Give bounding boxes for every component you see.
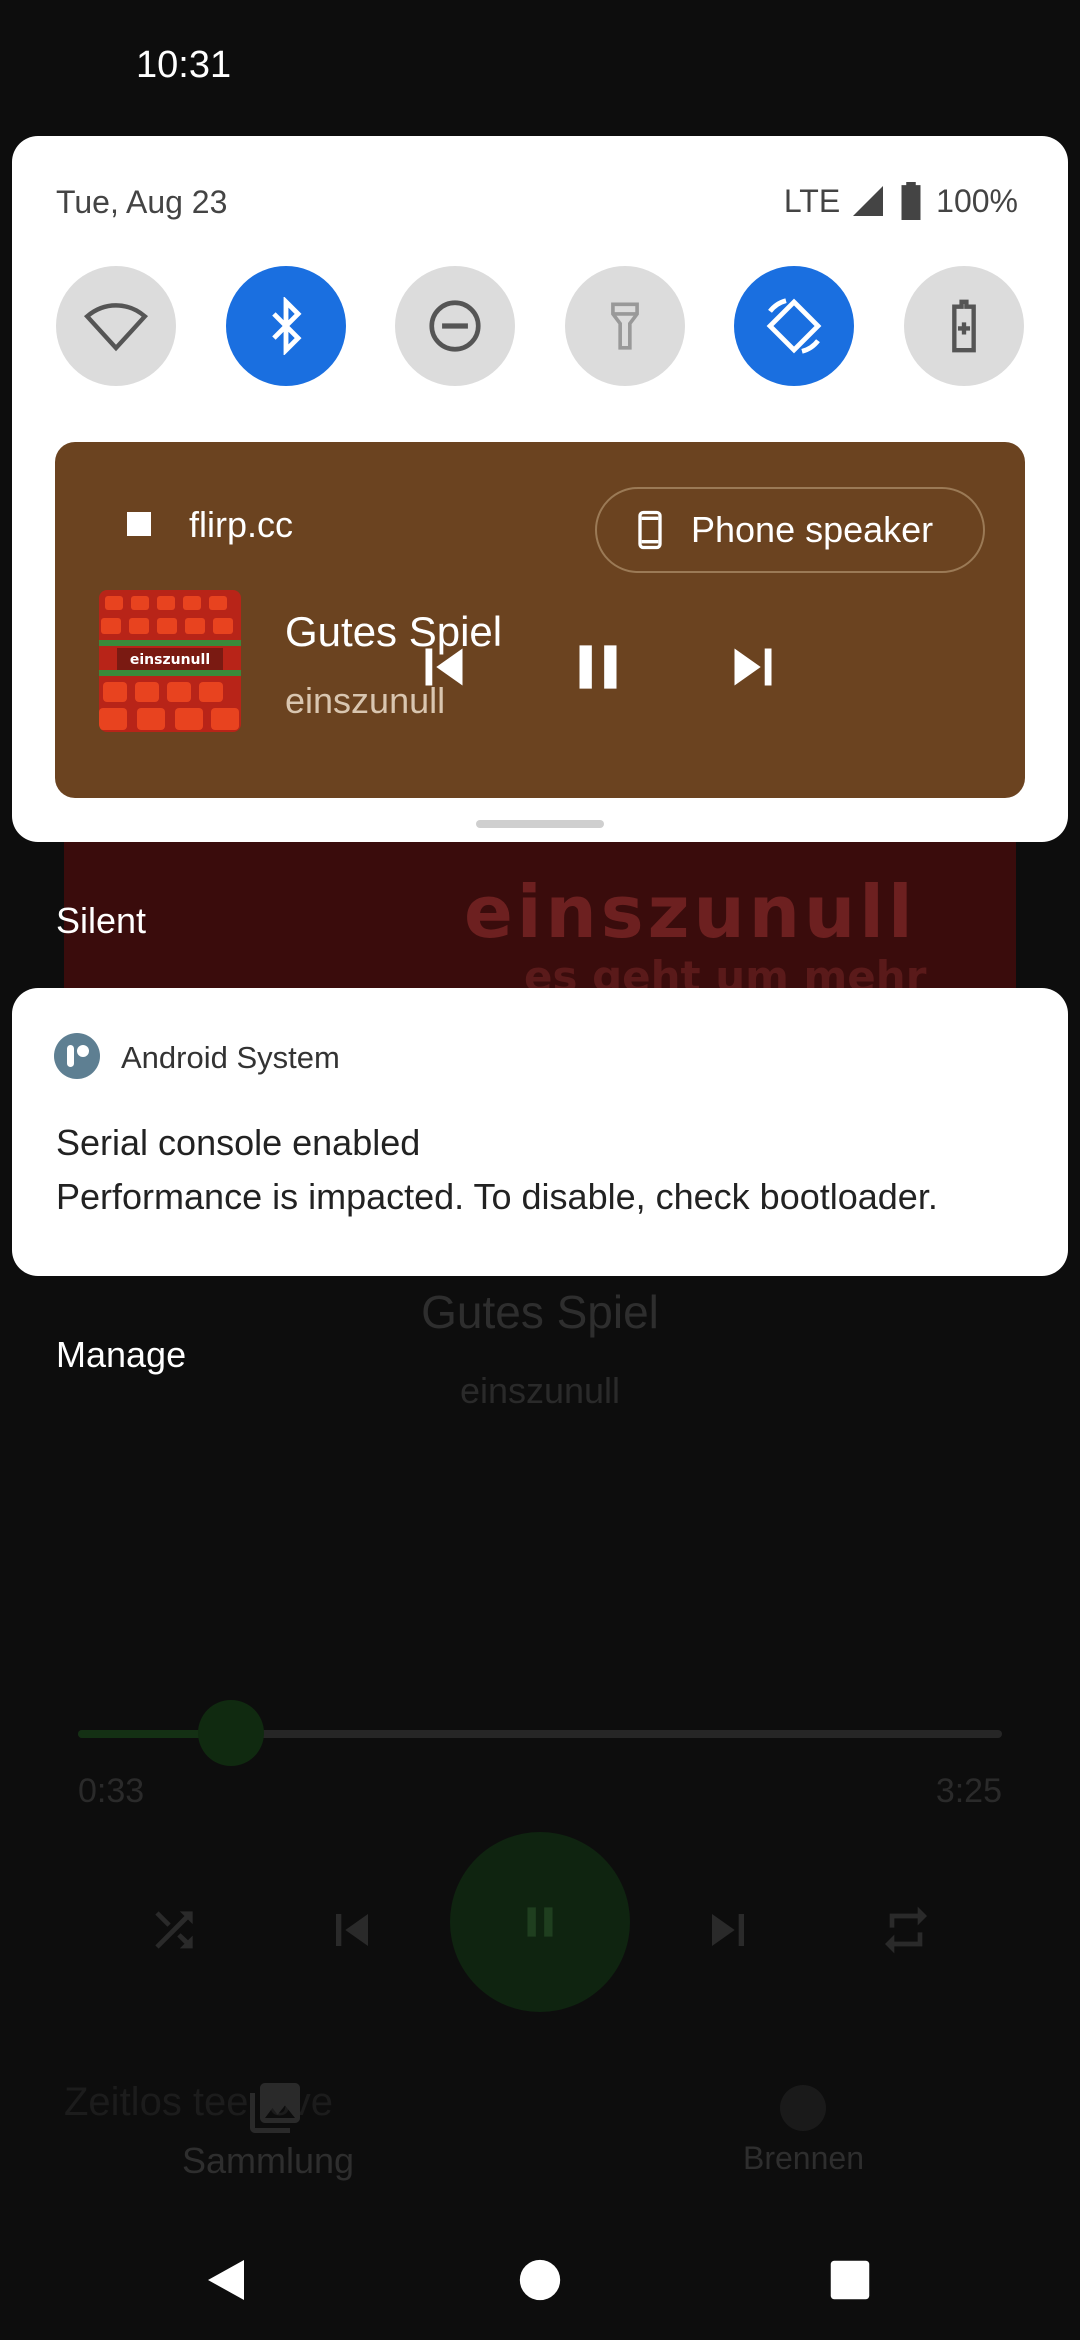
output-switcher-button[interactable]: Phone speaker	[595, 487, 985, 573]
background-album-art: einszunull es geht um mehr	[64, 830, 1016, 1000]
notification-card[interactable]: Android System Serial console enabled Pe…	[12, 988, 1068, 1276]
tile-flashlight[interactable]	[564, 266, 685, 386]
back-button[interactable]	[196, 2250, 256, 2310]
quick-settings-tiles	[56, 266, 1024, 386]
battery-icon	[901, 182, 921, 220]
battery-saver-icon	[952, 299, 976, 353]
notification-text: Performance is impacted. To disable, che…	[56, 1176, 938, 1217]
phone-icon	[638, 510, 662, 550]
battery-percent: 100%	[936, 182, 1018, 219]
rotate-icon	[766, 298, 822, 354]
network-type: LTE	[783, 182, 841, 219]
home-icon	[519, 2259, 561, 2301]
status-bar: 10:31	[0, 0, 1080, 136]
album-art: einszunull	[99, 590, 241, 732]
tab-sammlung: Sammlung	[182, 2140, 355, 2181]
back-icon	[208, 2260, 244, 2300]
notification-title: Serial console enabled	[56, 1122, 421, 1163]
tile-auto-rotate[interactable]	[734, 266, 855, 386]
media-next-button[interactable]	[713, 627, 793, 707]
quick-settings-panel: Tue, Aug 23 LTE 100% flirp.cc Phone spea…	[12, 136, 1068, 842]
output-label: Phone speaker	[691, 509, 934, 550]
qs-status-icons: LTE 100%	[784, 182, 1018, 220]
silent-section-header: Silent	[56, 900, 147, 941]
home-button[interactable]	[510, 2250, 570, 2310]
skip-previous-icon	[425, 648, 463, 686]
notification-app-name: Android System	[121, 1040, 340, 1075]
flashlight-icon	[610, 302, 639, 350]
tab-brennen: Brennen	[743, 2140, 864, 2176]
seek-thumb	[198, 1700, 264, 1766]
bluetooth-icon	[271, 297, 302, 355]
burn-icon	[780, 2085, 826, 2131]
total-time: 3:25	[935, 1772, 1002, 1810]
android-system-icon	[54, 1033, 100, 1079]
wifi-icon	[83, 303, 149, 352]
manage-button[interactable]: Manage	[56, 1334, 186, 1376]
tile-wifi[interactable]	[56, 266, 176, 386]
next-icon	[688, 1890, 768, 1970]
recents-icon	[830, 2260, 870, 2300]
signal-icon	[853, 186, 884, 216]
tile-battery-saver[interactable]	[903, 266, 1024, 386]
skip-next-icon	[734, 648, 772, 686]
media-card[interactable]: flirp.cc Phone speaker einszunull Gutes …	[55, 442, 1025, 798]
play-pause-button	[450, 1832, 630, 2012]
media-pause-button[interactable]	[558, 627, 638, 707]
clock: 10:31	[136, 44, 232, 86]
repeat-icon	[866, 1890, 946, 1970]
date-label[interactable]: Tue, Aug 23	[56, 184, 227, 221]
background-song-title: Gutes Spiel	[421, 1286, 659, 1338]
media-app-icon	[127, 512, 151, 536]
background-art-title: einszunull	[464, 870, 917, 954]
dnd-icon	[429, 300, 481, 352]
collection-icon	[245, 2078, 305, 2143]
elapsed-time: 0:33	[78, 1772, 145, 1810]
panel-drag-handle[interactable]	[476, 820, 604, 828]
tile-do-not-disturb[interactable]	[395, 266, 516, 386]
media-app-name: flirp.cc	[189, 504, 294, 545]
pause-icon	[579, 645, 617, 689]
navigation-bar	[0, 2200, 1080, 2340]
shuffle-icon	[134, 1890, 214, 1970]
album-art-text: einszunull	[130, 652, 210, 668]
background-song-artist: einszunull	[459, 1370, 621, 1411]
recents-button[interactable]	[820, 2250, 880, 2310]
previous-icon	[312, 1890, 392, 1970]
media-previous-button[interactable]	[404, 627, 484, 707]
tile-bluetooth[interactable]	[225, 266, 346, 386]
